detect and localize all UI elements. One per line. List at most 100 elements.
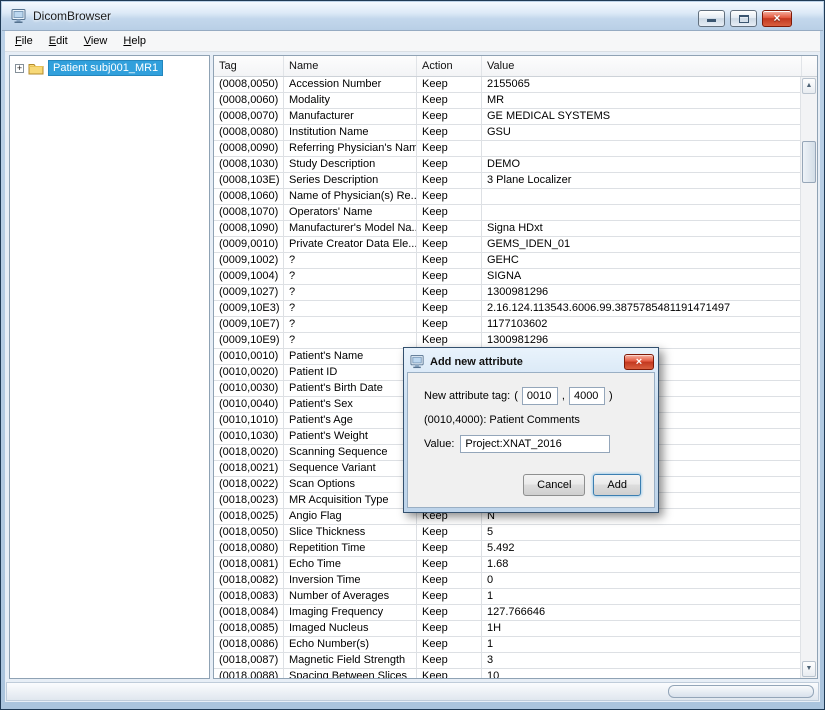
table-row[interactable]: (0018,0080)Repetition TimeKeep5.492 bbox=[214, 541, 802, 557]
table-row[interactable]: (0018,0086)Echo Number(s)Keep1 bbox=[214, 637, 802, 653]
menu-file[interactable]: File bbox=[7, 32, 41, 50]
cell-value: 2.16.124.113543.6006.99.3875785481191471… bbox=[482, 301, 802, 317]
cell-action: Keep bbox=[417, 77, 482, 93]
open-paren: ( bbox=[514, 390, 518, 402]
cell-name: Patient's Sex bbox=[284, 397, 417, 413]
cell-action: Keep bbox=[417, 301, 482, 317]
table-row[interactable]: (0009,1004)?KeepSIGNA bbox=[214, 269, 802, 285]
scroll-up-button[interactable]: ▲ bbox=[802, 78, 816, 94]
cell-value: 5.492 bbox=[482, 541, 802, 557]
cell-name: MR Acquisition Type bbox=[284, 493, 417, 509]
titlebar[interactable]: DicomBrowser × bbox=[2, 2, 823, 31]
menu-edit[interactable]: Edit bbox=[41, 32, 76, 50]
patient-tree-panel: + Patient subj001_MR1 bbox=[9, 55, 210, 679]
table-row[interactable]: (0018,0082)Inversion TimeKeep0 bbox=[214, 573, 802, 589]
table-header: Tag Name Action Value bbox=[214, 56, 817, 77]
table-row[interactable]: (0009,10E3)?Keep2.16.124.113543.6006.99.… bbox=[214, 301, 802, 317]
cancel-button[interactable]: Cancel bbox=[523, 474, 585, 496]
minimize-button[interactable] bbox=[698, 10, 725, 27]
cell-name: Sequence Variant bbox=[284, 461, 417, 477]
cell-tag: (0009,10E3) bbox=[214, 301, 284, 317]
cell-tag: (0009,10E9) bbox=[214, 333, 284, 349]
cell-tag: (0018,0082) bbox=[214, 573, 284, 589]
cell-value: 1 bbox=[482, 589, 802, 605]
cell-value bbox=[482, 141, 802, 157]
cell-tag: (0008,1030) bbox=[214, 157, 284, 173]
folder-icon bbox=[28, 62, 44, 75]
table-row[interactable]: (0008,0050)Accession NumberKeep2155065 bbox=[214, 77, 802, 93]
column-header-tag[interactable]: Tag bbox=[214, 56, 284, 76]
scroll-down-button[interactable]: ▼ bbox=[802, 661, 816, 677]
dialog-body: New attribute tag: ( , ) (0010,4000): Pa… bbox=[407, 372, 655, 508]
cell-action: Keep bbox=[417, 589, 482, 605]
close-button[interactable]: × bbox=[762, 10, 792, 27]
menubar: File Edit View Help bbox=[5, 31, 820, 52]
table-row[interactable]: (0008,0080)Institution NameKeepGSU bbox=[214, 125, 802, 141]
cell-tag: (0008,1090) bbox=[214, 221, 284, 237]
table-row[interactable]: (0009,10E7)?Keep1177103602 bbox=[214, 317, 802, 333]
cell-name: Echo Number(s) bbox=[284, 637, 417, 653]
tree-node-patient[interactable]: + Patient subj001_MR1 bbox=[10, 56, 209, 76]
dialog-buttons: Cancel Add bbox=[523, 474, 641, 496]
table-row[interactable]: (0018,0087)Magnetic Field StrengthKeep3 bbox=[214, 653, 802, 669]
horizontal-scrollbar-thumb[interactable] bbox=[668, 685, 814, 698]
horizontal-scrollbar[interactable] bbox=[6, 682, 819, 701]
table-row[interactable]: (0009,1027)?Keep1300981296 bbox=[214, 285, 802, 301]
cell-name: ? bbox=[284, 285, 417, 301]
vertical-scrollbar[interactable]: ▲ ▼ bbox=[800, 77, 817, 678]
table-row[interactable]: (0008,103E)Series DescriptionKeep3 Plane… bbox=[214, 173, 802, 189]
add-button[interactable]: Add bbox=[593, 474, 641, 496]
table-row[interactable]: (0009,1002)?KeepGEHC bbox=[214, 253, 802, 269]
cell-value: 1H bbox=[482, 621, 802, 637]
table-row[interactable]: (0018,0081)Echo TimeKeep1.68 bbox=[214, 557, 802, 573]
close-paren: ) bbox=[609, 390, 613, 402]
cell-tag: (0009,1002) bbox=[214, 253, 284, 269]
table-row[interactable]: (0009,0010)Private Creator Data Ele...Ke… bbox=[214, 237, 802, 253]
menu-view[interactable]: View bbox=[76, 32, 116, 50]
value-input[interactable] bbox=[460, 435, 610, 453]
cell-value: 3 Plane Localizer bbox=[482, 173, 802, 189]
cell-value: GSU bbox=[482, 125, 802, 141]
cell-tag: (0008,1070) bbox=[214, 205, 284, 221]
table-row[interactable]: (0008,1070)Operators' NameKeep bbox=[214, 205, 802, 221]
cell-tag: (0010,1030) bbox=[214, 429, 284, 445]
cell-action: Keep bbox=[417, 653, 482, 669]
cell-value bbox=[482, 189, 802, 205]
table-row[interactable]: (0008,0070)ManufacturerKeepGE MEDICAL SY… bbox=[214, 109, 802, 125]
table-row[interactable]: (0008,1030)Study DescriptionKeepDEMO bbox=[214, 157, 802, 173]
cell-action: Keep bbox=[417, 621, 482, 637]
table-row[interactable]: (0008,1060)Name of Physician(s) Re...Kee… bbox=[214, 189, 802, 205]
table-row[interactable]: (0008,1090)Manufacturer's Model Na...Kee… bbox=[214, 221, 802, 237]
cell-tag: (0018,0021) bbox=[214, 461, 284, 477]
cell-name: Repetition Time bbox=[284, 541, 417, 557]
cell-value: GE MEDICAL SYSTEMS bbox=[482, 109, 802, 125]
table-row[interactable]: (0008,0060)ModalityKeepMR bbox=[214, 93, 802, 109]
column-header-value[interactable]: Value bbox=[482, 56, 802, 76]
table-row[interactable]: (0018,0085)Imaged NucleusKeep1H bbox=[214, 621, 802, 637]
cell-action: Keep bbox=[417, 173, 482, 189]
menu-help[interactable]: Help bbox=[115, 32, 154, 50]
dialog-close-button[interactable]: × bbox=[624, 354, 654, 370]
table-row[interactable]: (0018,0083)Number of AveragesKeep1 bbox=[214, 589, 802, 605]
cell-tag: (0008,103E) bbox=[214, 173, 284, 189]
column-header-action[interactable]: Action bbox=[417, 56, 482, 76]
expand-icon[interactable]: + bbox=[15, 64, 24, 73]
table-row[interactable]: (0018,0084)Imaging FrequencyKeep127.7666… bbox=[214, 605, 802, 621]
cell-action: Keep bbox=[417, 125, 482, 141]
table-row[interactable]: (0018,0050)Slice ThicknessKeep5 bbox=[214, 525, 802, 541]
dialog-titlebar[interactable]: Add new attribute × bbox=[407, 351, 655, 372]
cell-value: Signa HDxt bbox=[482, 221, 802, 237]
element-input[interactable] bbox=[569, 387, 605, 405]
table-row[interactable]: (0008,0090)Referring Physician's NameKee… bbox=[214, 141, 802, 157]
cell-name: Imaged Nucleus bbox=[284, 621, 417, 637]
table-row[interactable]: (0018,0088)Spacing Between SlicesKeep10 bbox=[214, 669, 802, 679]
group-input[interactable] bbox=[522, 387, 558, 405]
cell-action: Keep bbox=[417, 237, 482, 253]
cell-tag: (0018,0050) bbox=[214, 525, 284, 541]
cell-value: 5 bbox=[482, 525, 802, 541]
value-label: Value: bbox=[424, 438, 454, 450]
column-header-name[interactable]: Name bbox=[284, 56, 417, 76]
maximize-button[interactable] bbox=[730, 10, 757, 27]
vertical-scrollbar-thumb[interactable] bbox=[802, 141, 816, 183]
cell-name: Modality bbox=[284, 93, 417, 109]
